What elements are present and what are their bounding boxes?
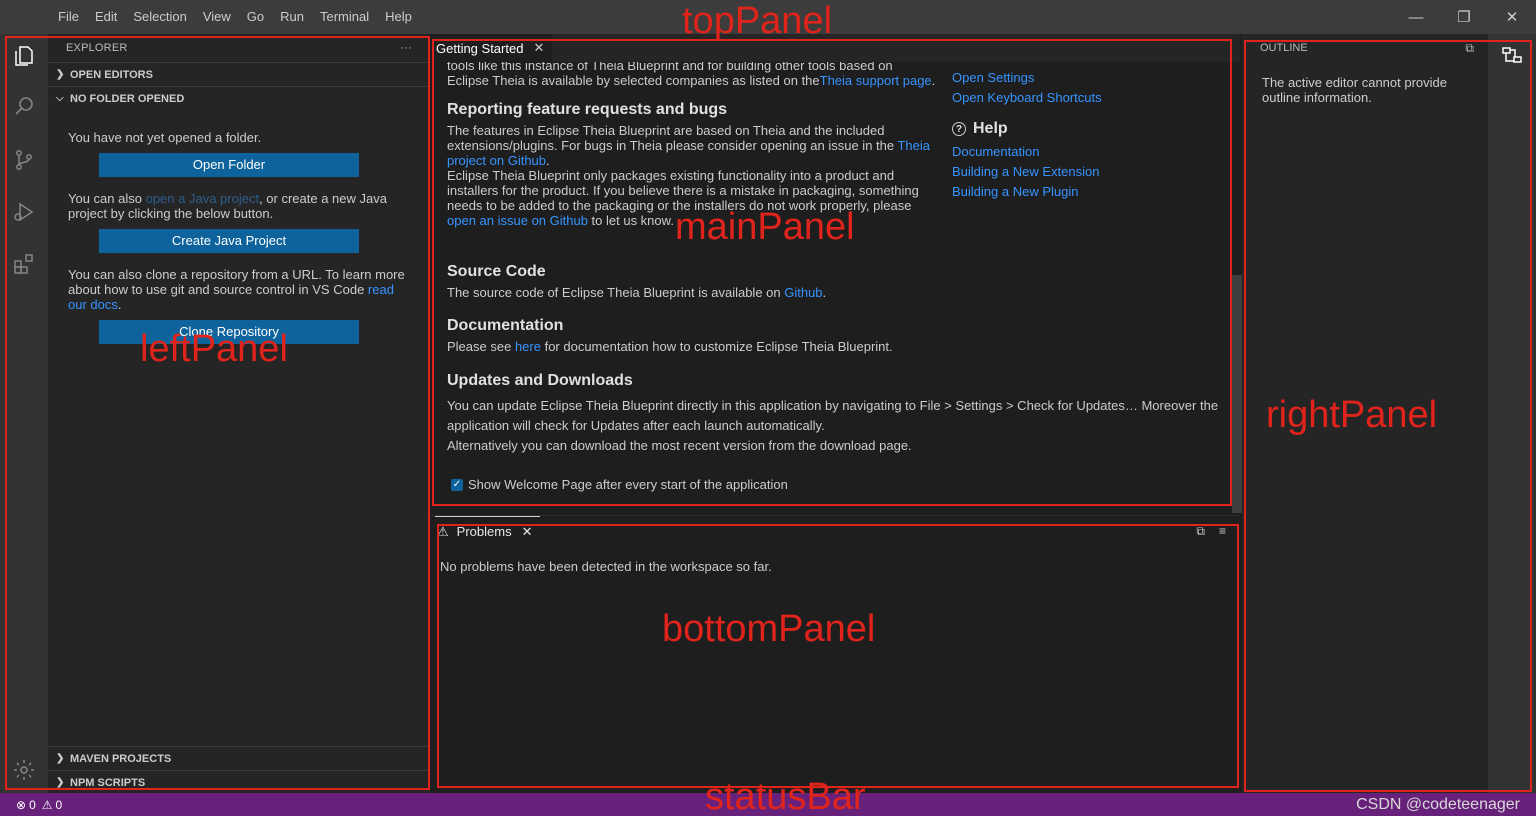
- warning-count: 0: [55, 797, 63, 812]
- status-bar-annotation-label: statusBar: [705, 776, 866, 816]
- minimize-button[interactable]: —: [1392, 0, 1440, 34]
- watermark-text: CSDN @codeteenager: [1356, 796, 1520, 813]
- bottom-panel-annotation-box: [437, 524, 1239, 788]
- warning-icon: ⚠: [41, 797, 53, 812]
- menu-help[interactable]: Help: [377, 0, 420, 34]
- error-count: 0: [29, 797, 36, 812]
- menu-terminal[interactable]: Terminal: [312, 0, 377, 34]
- menu-edit[interactable]: Edit: [87, 0, 125, 34]
- left-panel-annotation-box: [5, 36, 430, 790]
- main-panel-annotation-box: [432, 39, 1232, 506]
- menu-bar: File Edit Selection View Go Run Terminal…: [50, 0, 420, 34]
- menu-selection[interactable]: Selection: [125, 0, 194, 34]
- window-controls: — ❐ ✕: [1392, 0, 1536, 34]
- bottom-panel-annotation-label: bottomPanel: [662, 608, 876, 650]
- menu-run[interactable]: Run: [272, 0, 312, 34]
- right-panel-annotation-label: rightPanel: [1266, 394, 1438, 436]
- restore-button[interactable]: ❐: [1440, 0, 1488, 34]
- editor-scrollbar[interactable]: [1232, 275, 1242, 513]
- close-window-button[interactable]: ✕: [1488, 0, 1536, 34]
- main-panel-annotation-label: mainPanel: [675, 206, 855, 248]
- menu-view[interactable]: View: [195, 0, 239, 34]
- left-panel-annotation-label: leftPanel: [140, 328, 288, 370]
- error-icon: ⊗: [16, 797, 27, 812]
- problems-status[interactable]: ⊗ 0 ⚠ 0: [16, 798, 62, 812]
- menu-file[interactable]: File: [50, 0, 87, 34]
- top-panel-annotation-label: topPanel: [682, 0, 833, 42]
- menu-go[interactable]: Go: [239, 0, 272, 34]
